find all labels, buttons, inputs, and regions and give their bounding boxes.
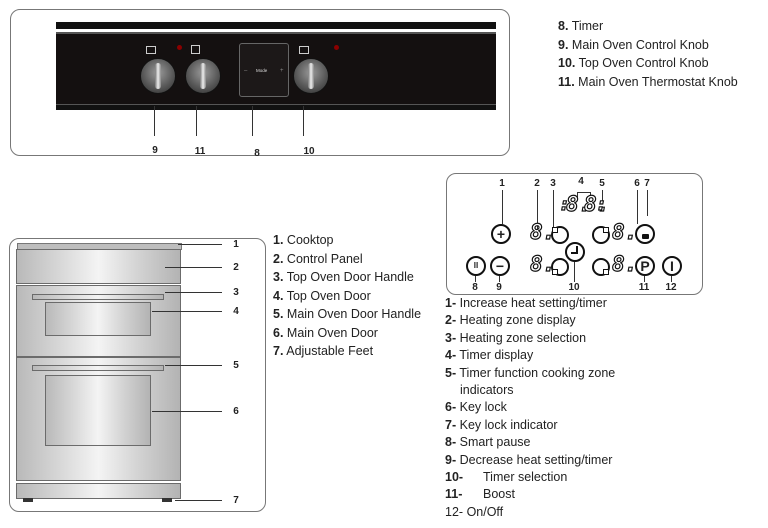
main-oven-control-knob[interactable] [140,58,176,94]
callout-4: 4 [578,176,584,187]
panel-top-strip [56,22,496,29]
heating-zone-selection[interactable] [551,226,569,244]
top-oven-door-handle[interactable] [32,294,164,300]
legend-item: 7. Adjustable Feet [273,344,374,358]
legend-item: 10. Top Oven Control Knob [558,56,709,70]
legend-item: 1. Cooktop [273,233,334,247]
legend-item: indicators [460,383,514,398]
legend-item: 12- On/Off [445,504,504,519]
callout-3: 3 [233,287,239,298]
callout-1: 1 [499,178,505,189]
main-oven-door-handle[interactable] [32,365,164,371]
callout-11: 11 [194,146,206,157]
control-panel-figure: – Mode + 9 11 8 10 [10,9,510,159]
indicator-light [334,45,339,50]
callout-3: 3 [550,178,556,189]
callout-9: 9 [152,145,158,156]
legend-item: 9- Decrease heat setting/timer [445,452,613,467]
thermostat-icon [191,45,200,54]
legend-item: 3. Top Oven Door Handle [273,270,414,284]
top-oven-door [16,285,181,357]
heating-zone-selection[interactable] [592,226,610,244]
heating-zone-selection[interactable] [551,258,569,276]
main-oven-window [45,375,151,446]
on-off-button[interactable]: I [662,256,682,276]
legend-item: 9. Main Oven Control Knob [558,37,709,52]
main-oven-icon [146,46,156,54]
legend-item: 5- Timer function cooking zone [445,365,616,380]
legend-item: 6. Main Oven Door [273,325,378,340]
heating-zone-selection[interactable] [592,258,610,276]
main-oven-door [16,357,181,481]
heating-zone-display: 8. [611,219,638,244]
increase-heat-button[interactable]: + [491,224,511,244]
heating-zone-display: 8. [611,251,638,276]
clock-icon [570,246,578,254]
legend-item: 6- Key lock [445,400,507,415]
legend-item: 5. Main Oven Door Handle [273,307,422,321]
oven-legend: 1. Cooktop 2. Control Panel 3. Top Oven … [273,231,421,361]
indicator-light [177,45,182,50]
callout-5: 5 [233,360,239,371]
callout-1: 1 [233,239,239,250]
callout-11: 11 [638,282,650,293]
callout-7: 7 [644,178,650,189]
adjustable-foot [23,498,33,502]
boost-button[interactable]: P [635,256,655,276]
cooktop-legend: 1- Increase heat setting/timer 2- Heatin… [445,295,615,521]
legend-item: 10- Timer selection [445,470,568,485]
legend-item: 4- Timer display [445,348,534,363]
legend-item: 8. Timer [558,19,604,33]
main-oven-thermostat-knob[interactable] [185,58,221,94]
callout-7: 7 [233,495,239,506]
panel-bottom-strip [56,105,496,110]
control-panel: – Mode + [56,32,496,106]
timer-display[interactable]: – Mode + [239,43,289,97]
callout-10: 10 [568,282,580,293]
lock-icon [641,233,649,239]
control-panel-legend: 8. Timer 9. Main Oven Control Knob 10. T… [558,17,738,91]
callout-8: 8 [472,282,478,293]
legend-item: 2- Heating zone display [445,313,576,328]
callout-12: 12 [665,282,677,293]
callout-9: 9 [496,282,502,293]
top-oven-control-knob[interactable] [293,58,329,94]
callout-6: 6 [233,406,239,417]
legend-item: 8- Smart pause [445,435,531,450]
callout-2: 2 [233,262,239,273]
callout-10: 10 [303,146,315,157]
timer-minus: – [244,68,248,74]
legend-item: 2. Control Panel [273,251,363,266]
adjustable-foot [162,498,172,502]
timer-selection-button[interactable] [565,242,585,262]
control-panel-front [16,249,181,284]
callout-8: 8 [254,148,260,159]
timer-mode-label: Mode [256,68,268,73]
legend-item: 7- Key lock indicator [445,417,558,432]
cooktop-figure: 1 2 3 4 5 6 7 : 8. 8. : + 8. 8. II − 8. … [446,173,703,295]
legend-item: 4. Top Oven Door [273,288,371,303]
decrease-heat-button[interactable]: − [490,256,510,276]
smart-pause-button[interactable]: II [466,256,486,276]
plinth [16,483,181,499]
top-oven-icon [299,46,309,54]
legend-item: 11. Main Oven Thermostat Knob [558,74,738,89]
timer-colon-right: : [595,193,607,215]
callout-5: 5 [599,178,605,189]
top-oven-window [45,302,151,336]
key-lock-button[interactable] [635,224,655,244]
timer-plus: + [280,68,284,74]
callout-4: 4 [233,306,239,317]
legend-item: 11- Boost [445,487,515,502]
legend-item: 3- Heating zone selection [445,330,587,345]
legend-item: 1- Increase heat setting/timer [445,296,607,310]
